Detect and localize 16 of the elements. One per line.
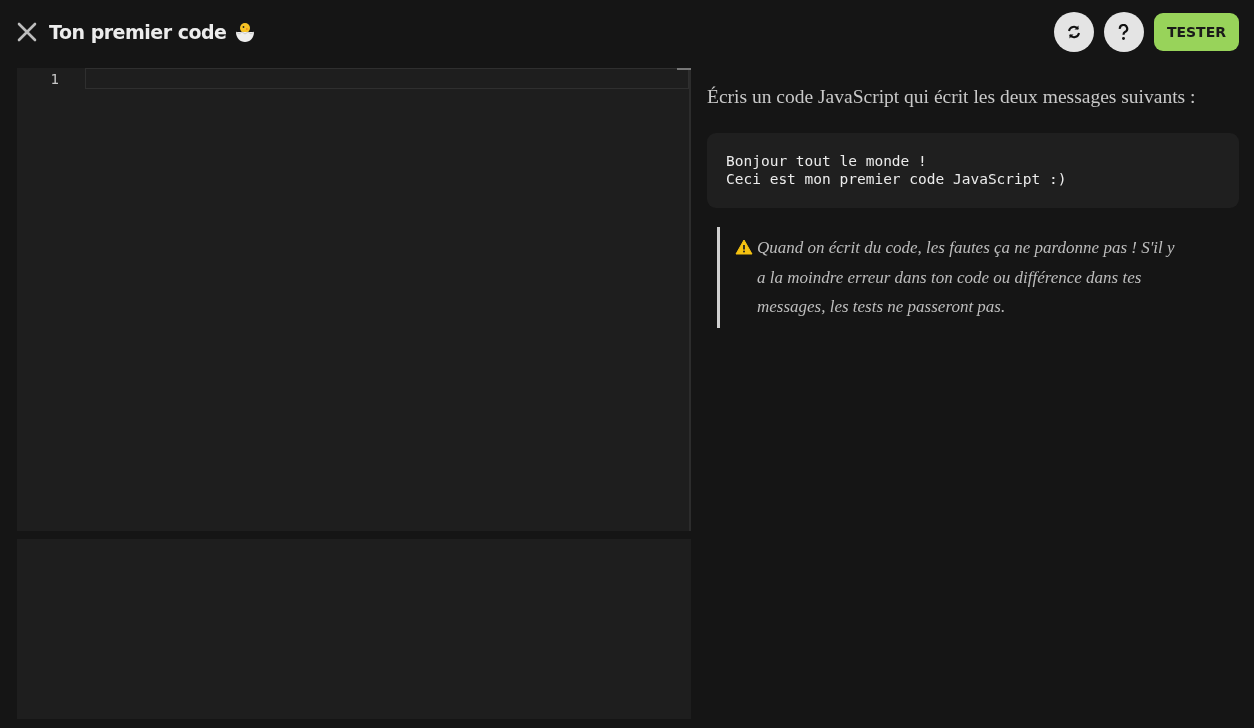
question-icon — [1118, 23, 1130, 41]
help-button[interactable] — [1103, 12, 1144, 52]
code-line: Ceci est mon premier code JavaScript :) — [726, 170, 1068, 188]
page-title: Ton premier code — [49, 21, 227, 43]
test-button[interactable]: TESTER — [1153, 13, 1239, 51]
hatching-chick-icon — [234, 21, 257, 43]
scrollbar-thumb[interactable] — [677, 68, 691, 70]
refresh-icon — [1065, 24, 1082, 40]
warning-text: Quand on écrit du code, les fautes ça ne pardonne pas ! S'il y a la moindre erreur dans ton code ou différence dans tes messages, les tests ne passeront pas. — [757, 237, 1175, 318]
instruction-text: Écris un code JavaScript qui écrit les deux messages suivants : — [707, 86, 1197, 108]
reset-button[interactable] — [1053, 12, 1094, 52]
close-icon[interactable] — [17, 22, 37, 42]
code-line: Bonjour tout le monde ! — [726, 152, 928, 170]
line-number: 1 — [50, 70, 59, 88]
code-editor[interactable]: 1 — [17, 68, 691, 531]
warning-icon — [735, 239, 753, 255]
